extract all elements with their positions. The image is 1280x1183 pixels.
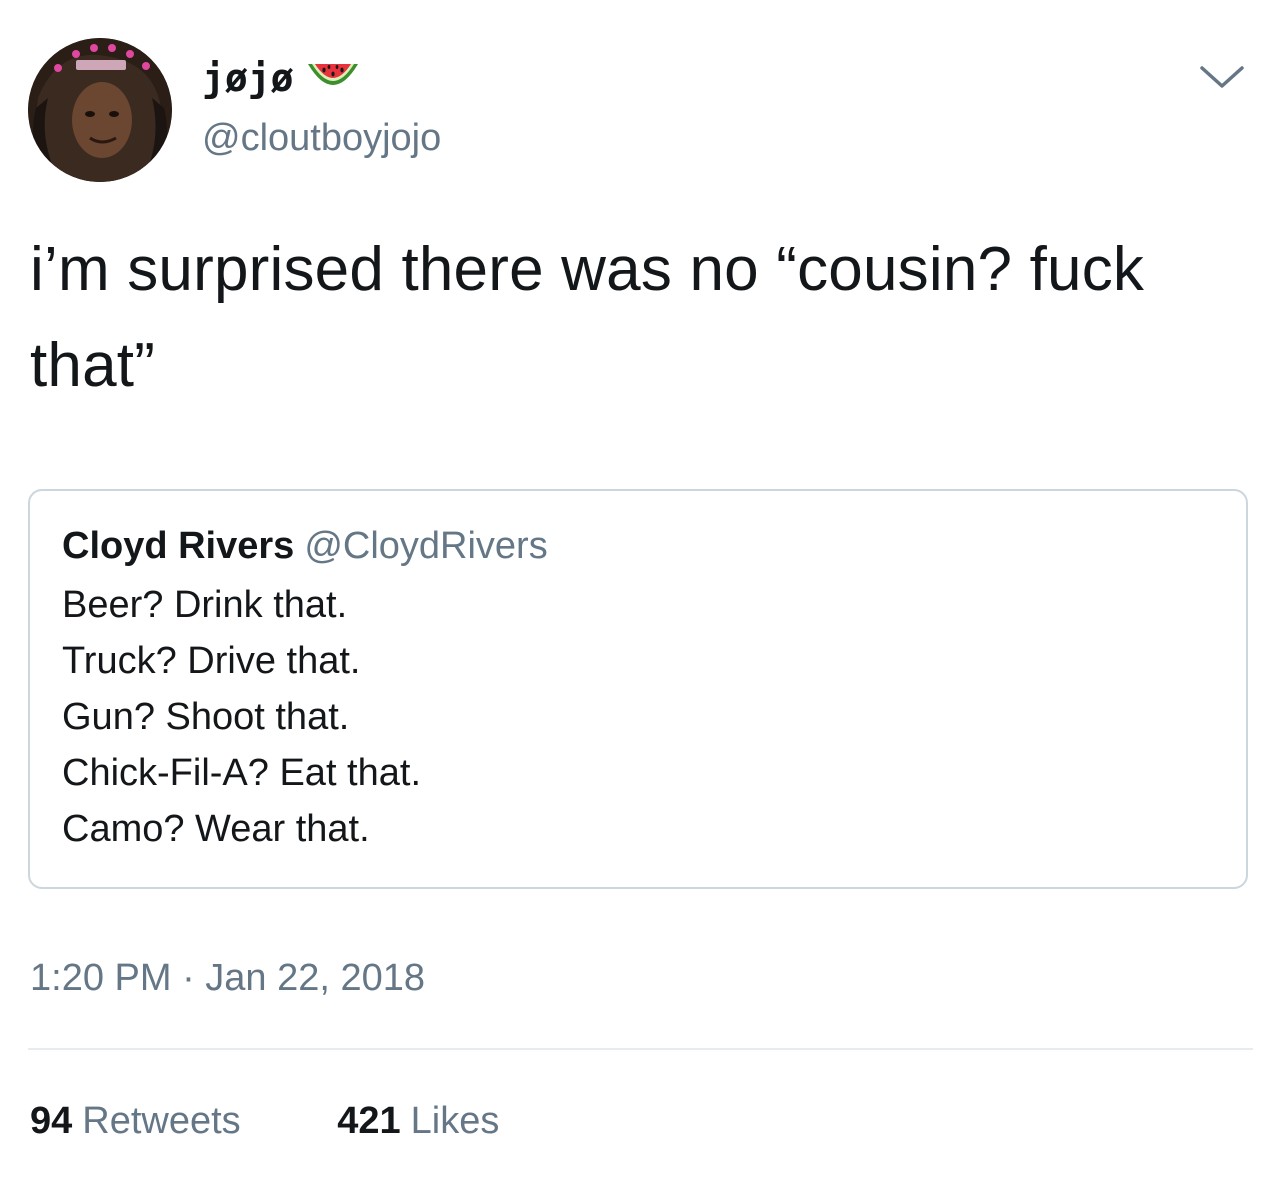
- author-display-name[interactable]: jøjø: [202, 56, 441, 100]
- quoted-tweet[interactable]: Cloyd Rivers @CloydRivers Beer? Drink tha…: [28, 489, 1248, 889]
- watermelon-icon: [306, 58, 360, 98]
- quoted-tweet-author-name: Cloyd Rivers: [62, 525, 295, 567]
- retweets-count: 94: [30, 1100, 73, 1142]
- likes-label: Likes: [410, 1100, 500, 1142]
- author-names: jøjø @cloutboyjojo: [202, 56, 441, 162]
- quoted-tweet-header: Cloyd Rivers @CloydRivers: [62, 521, 548, 571]
- tweet-text: i’m surprised there was no “cousin? fuck…: [30, 235, 1145, 400]
- avatar[interactable]: [28, 38, 172, 182]
- avatar-portrait-icon: [28, 38, 172, 182]
- tweet-timestamp[interactable]: 1:20 PM · Jan 22, 2018: [30, 953, 425, 1003]
- divider: [28, 1048, 1253, 1050]
- quoted-tweet-author-handle: @CloydRivers: [304, 525, 548, 567]
- quoted-tweet-line: Gun? Shoot that.: [62, 696, 350, 738]
- retweets-stat[interactable]: 94 Retweets: [30, 1096, 241, 1146]
- quoted-tweet-line: Truck? Drive that.: [62, 640, 361, 682]
- tweet-stats: 94 Retweets 421 Likes: [30, 1096, 499, 1146]
- tweet-detail: jøjø @cloutboyjojo i’m surprised there w…: [0, 0, 1280, 1183]
- likes-count: 421: [337, 1100, 401, 1142]
- quoted-tweet-line: Camo? Wear that.: [62, 808, 370, 850]
- quoted-tweet-text: Beer? Drink that. Truck? Drive that. Gun…: [62, 577, 421, 857]
- tweet-header: jøjø @cloutboyjojo: [28, 38, 1260, 184]
- author-display-name-text: jøjø: [202, 56, 294, 100]
- retweets-label: Retweets: [82, 1100, 241, 1142]
- quoted-tweet-line: Beer? Drink that.: [62, 584, 348, 626]
- chevron-down-icon[interactable]: [1198, 62, 1246, 92]
- author-handle[interactable]: @cloutboyjojo: [202, 114, 441, 162]
- quoted-tweet-line: Chick-Fil-A? Eat that.: [62, 752, 421, 794]
- likes-stat[interactable]: 421 Likes: [337, 1096, 499, 1146]
